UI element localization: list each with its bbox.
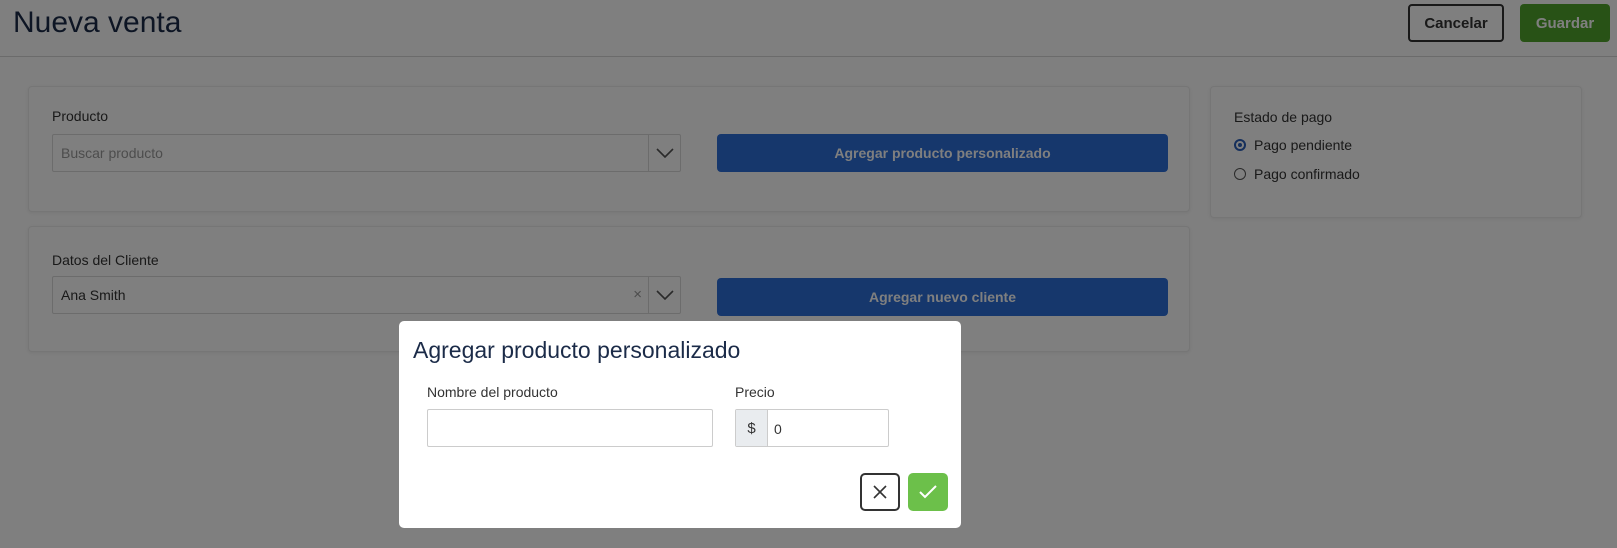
modal-title: Agregar producto personalizado (413, 337, 741, 363)
check-icon (919, 485, 937, 499)
modal-confirm-button[interactable] (908, 473, 948, 511)
price-input[interactable]: $ 0 (735, 409, 889, 447)
modal-cancel-button[interactable] (860, 473, 900, 511)
custom-product-modal: Agregar producto personalizado Nombre de… (399, 321, 961, 528)
close-icon (873, 485, 887, 499)
product-name-label: Nombre del producto (427, 384, 558, 400)
currency-prefix: $ (736, 410, 768, 446)
product-name-input[interactable] (427, 409, 713, 447)
price-value: 0 (774, 421, 782, 437)
price-label: Precio (735, 384, 775, 400)
